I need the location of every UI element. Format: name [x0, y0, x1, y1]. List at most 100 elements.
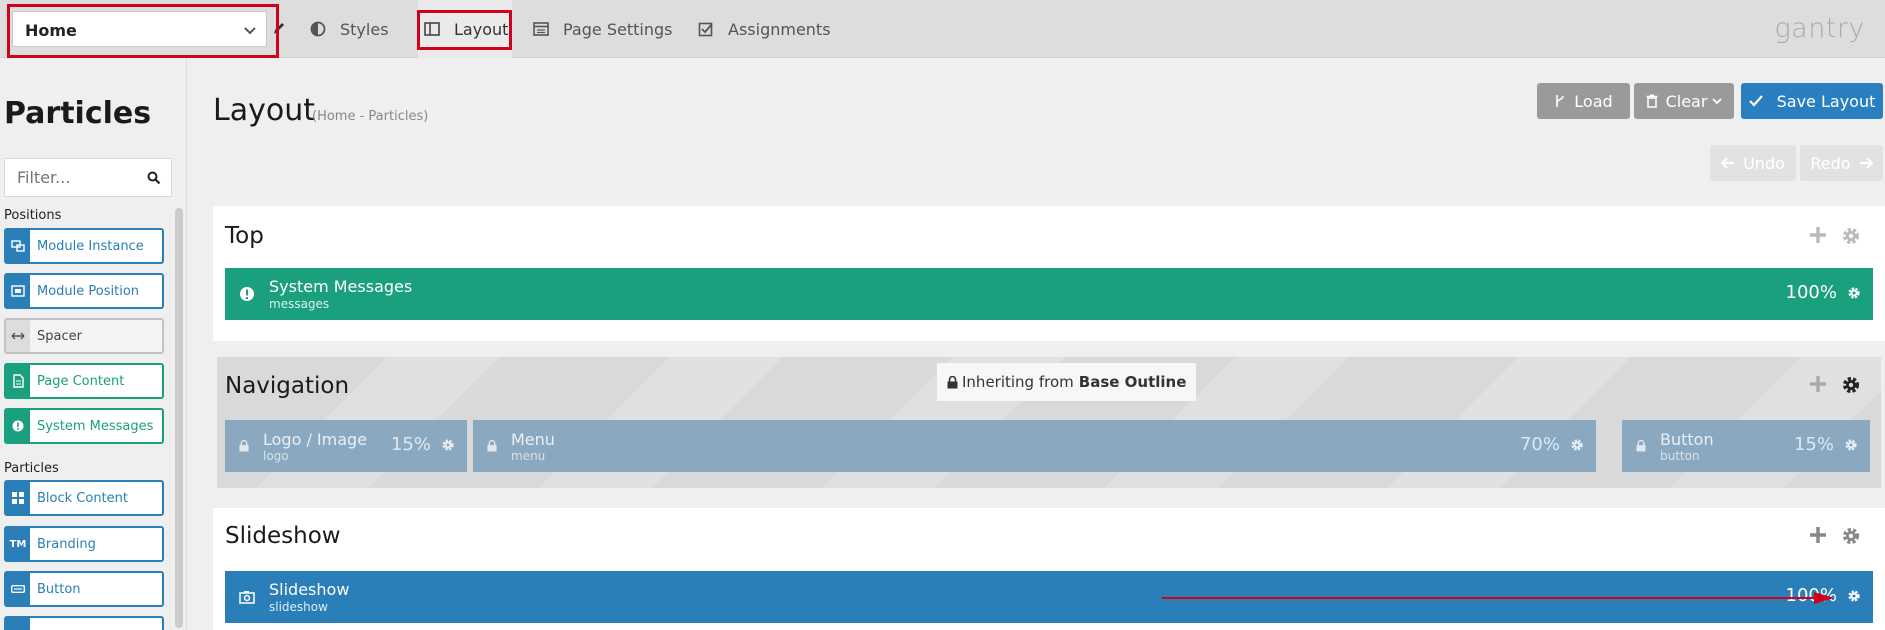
section-navigation: Navigation Inheriting from Base Outline …: [217, 357, 1881, 488]
section-slideshow-title: Slideshow: [225, 523, 341, 549]
arrow-right-icon: [1859, 157, 1873, 169]
block-menu[interactable]: Menu menu 70%: [473, 420, 1596, 472]
section-navigation-tools: [1809, 375, 1861, 395]
block-type: menu: [511, 448, 546, 463]
particle-system-messages[interactable]: System Messages: [4, 408, 164, 444]
tm-icon: TM: [6, 528, 30, 560]
section-slideshow: Slideshow Slideshow slideshow 100%: [213, 508, 1885, 630]
annotation-arrow: [1162, 592, 1834, 604]
block-text: System Messages messages: [269, 277, 412, 311]
clear-button[interactable]: Clear: [1634, 83, 1734, 119]
gear-icon[interactable]: [1570, 438, 1584, 452]
arrow-left-icon: [1721, 157, 1735, 169]
check-square-icon: [698, 22, 713, 37]
gear-icon[interactable]: [1841, 375, 1861, 395]
chevron-down-icon: [244, 27, 256, 35]
block-name: Slideshow: [269, 580, 350, 599]
camera-icon: [239, 591, 255, 604]
pencil-icon[interactable]: [272, 20, 286, 36]
tab-layout[interactable]: Layout: [418, 0, 512, 58]
particle-label: Module Position: [37, 283, 140, 299]
alert-icon: [6, 410, 30, 442]
block-text: Logo / Image logo: [263, 430, 367, 463]
particle-label: Spacer: [37, 328, 82, 344]
inheriting-badge: Inheriting from Base Outline: [937, 363, 1197, 401]
plus-icon[interactable]: [1809, 375, 1827, 393]
particle-partial[interactable]: [4, 616, 164, 630]
plus-icon[interactable]: [1809, 526, 1827, 544]
block-name: Menu: [511, 429, 555, 449]
module-instance-icon: [6, 230, 30, 262]
page-title: Layout: [213, 93, 315, 128]
sidebar-scrollbar[interactable]: [175, 208, 183, 628]
particle-block-content[interactable]: Block Content: [4, 480, 164, 516]
gear-icon[interactable]: [1844, 438, 1858, 452]
lock-icon: [487, 440, 497, 452]
inherit-source: Base Outline: [1078, 373, 1187, 391]
alert-icon: [240, 287, 254, 301]
undo-label: Undo: [1743, 153, 1785, 173]
particle-label: Page Content: [37, 373, 125, 389]
chevron-down-icon: [1712, 98, 1723, 105]
tab-assignments-label: Assignments: [728, 19, 831, 39]
tab-page-settings-label: Page Settings: [563, 19, 673, 39]
particle-module-position[interactable]: Module Position: [4, 273, 164, 309]
lock-icon: [947, 375, 958, 388]
block-text: Slideshow slideshow: [269, 580, 349, 614]
filter-input[interactable]: [17, 168, 137, 187]
half-circle-icon: [310, 21, 326, 37]
particle-button[interactable]: Button: [4, 571, 164, 607]
tab-assignments[interactable]: Assignments: [698, 0, 831, 58]
block-type: logo: [263, 448, 289, 463]
branch-icon: [1556, 95, 1565, 107]
spacer-icon: [6, 320, 30, 352]
block-width: 70%: [1519, 434, 1560, 455]
plus-icon[interactable]: [1809, 226, 1827, 244]
block-system-messages[interactable]: System Messages messages 100%: [225, 268, 1873, 320]
tab-styles[interactable]: Styles: [310, 0, 389, 58]
outline-select-value: Home: [25, 21, 77, 40]
particles-label: Particles: [4, 461, 59, 476]
grid-icon: [6, 482, 30, 514]
gear-icon[interactable]: [1847, 286, 1861, 300]
block-type: button: [1660, 448, 1700, 463]
section-top: Top System Messages messages 100%: [213, 206, 1885, 341]
lock-icon: [239, 440, 249, 452]
gear-icon[interactable]: [441, 438, 455, 452]
gear-icon[interactable]: [1841, 226, 1861, 246]
particle-branding[interactable]: TM Branding: [4, 526, 164, 562]
save-layout-button[interactable]: Save Layout: [1741, 83, 1883, 119]
particle-label: Button: [37, 581, 81, 597]
gear-icon[interactable]: [1841, 526, 1861, 546]
block-logo-image[interactable]: Logo / Image logo 15%: [225, 420, 467, 472]
outline-select[interactable]: Home: [12, 11, 267, 47]
page-content-icon: [6, 365, 30, 397]
block-name: System Messages: [269, 277, 413, 296]
block-name: Logo / Image: [263, 429, 368, 449]
block-width: 100%: [1785, 282, 1837, 303]
load-label: Load: [1574, 91, 1613, 111]
particle-module-instance[interactable]: Module Instance: [4, 228, 164, 264]
particle-spacer[interactable]: Spacer: [4, 318, 164, 354]
block-width: 15%: [1793, 434, 1834, 455]
top-bar: Home Styles Layout Page Settings Assignm…: [0, 0, 1885, 58]
filter-field[interactable]: [4, 158, 172, 197]
module-position-icon: [6, 275, 30, 307]
redo-label: Redo: [1810, 153, 1851, 173]
sidebar-title: Particles: [4, 96, 152, 131]
block-type: slideshow: [269, 600, 328, 614]
particle-page-content[interactable]: Page Content: [4, 363, 164, 399]
block-button[interactable]: Button button 15%: [1622, 420, 1870, 472]
inherit-prefix: Inheriting from: [962, 373, 1074, 391]
gear-icon[interactable]: [1847, 589, 1861, 603]
redo-button[interactable]: Redo: [1800, 145, 1883, 181]
search-icon: [147, 171, 161, 185]
section-top-title: Top: [225, 223, 264, 249]
load-button[interactable]: Load: [1537, 83, 1630, 119]
section-top-tools: [1809, 226, 1861, 246]
positions-label: Positions: [4, 208, 62, 223]
tab-page-settings[interactable]: Page Settings: [533, 0, 672, 58]
undo-button[interactable]: Undo: [1710, 145, 1796, 181]
section-navigation-title: Navigation: [225, 373, 350, 399]
block-width: 15%: [390, 434, 431, 455]
